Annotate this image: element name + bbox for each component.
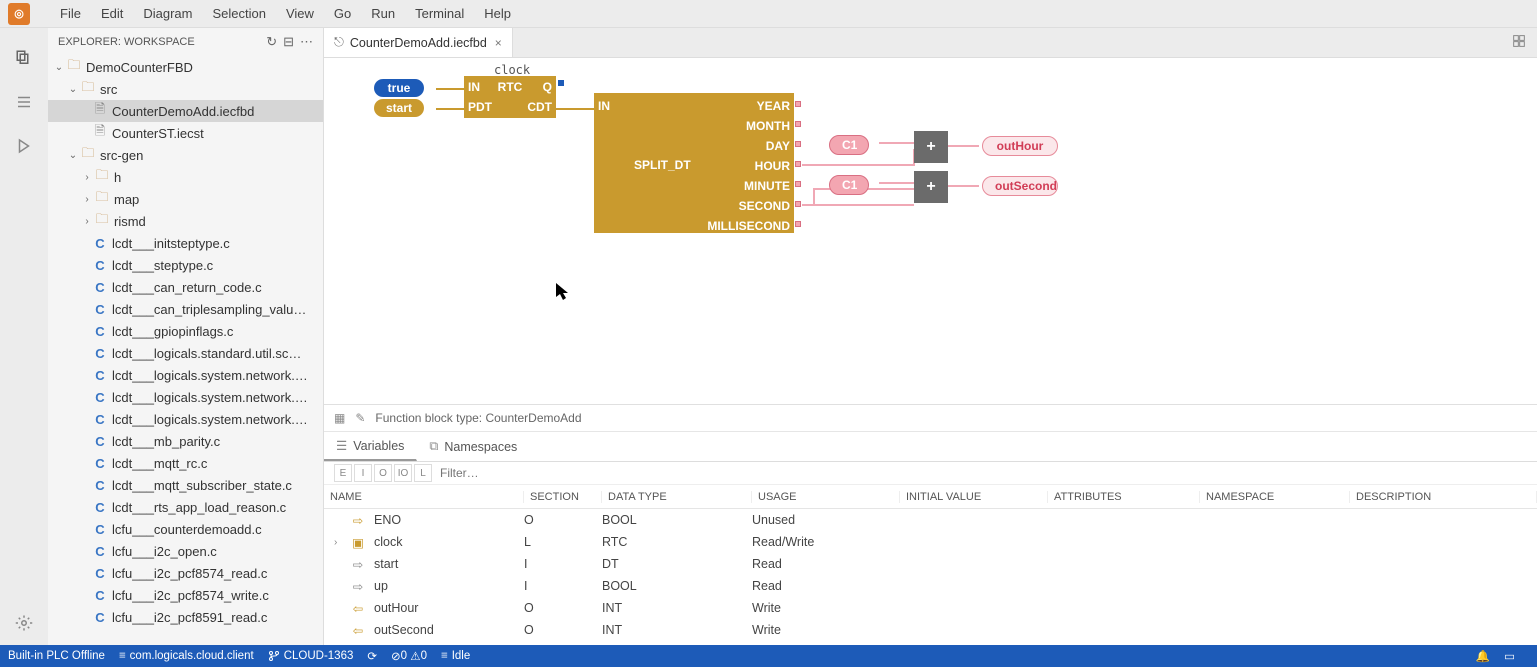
status-problems[interactable]: ⊘ 0 ⚠ 0 xyxy=(391,649,427,663)
editor-area: ⎋ CounterDemoAdd.iecfbd × clock true sta… xyxy=(324,28,1537,645)
panel-breadcrumb: ▦ ✎ Function block type: CounterDemoAdd xyxy=(324,404,1537,432)
tree-cfile[interactable]: Clcfu___i2c_pcf8591_read.c xyxy=(48,606,323,628)
collapse-icon[interactable]: ⊟ xyxy=(283,34,294,50)
tree-map[interactable]: ›🗀map xyxy=(48,188,323,210)
status-sync[interactable]: ⟳ xyxy=(367,649,377,663)
status-bell-icon[interactable]: 🔔 xyxy=(1476,649,1490,663)
filter-btn-3[interactable]: O xyxy=(374,464,392,482)
table-row[interactable]: ⇦outSecond O INT Write xyxy=(324,619,1537,641)
tree-cfile[interactable]: Clcdt___rts_app_load_reason.c xyxy=(48,496,323,518)
status-branch[interactable]: CLOUD-1363 xyxy=(268,650,354,662)
output-outhour[interactable]: outHour xyxy=(982,136,1058,156)
tree-cfile[interactable]: Clcdt___gpiopinflags.c xyxy=(48,320,323,342)
menubar: ◎ File Edit Diagram Selection View Go Ru… xyxy=(0,0,1537,28)
menu-selection[interactable]: Selection xyxy=(202,2,275,25)
status-client[interactable]: ≡ com.logicals.cloud.client xyxy=(119,650,254,662)
file-tree: ⌄🗀DemoCounterFBD ⌄🗀src 🗎CounterDemoAdd.i… xyxy=(48,56,323,645)
diagram-icon: ⎋ xyxy=(334,35,344,50)
split-icon[interactable] xyxy=(1511,33,1527,52)
output-outsecond[interactable]: outSecond xyxy=(982,176,1058,196)
grid-icon[interactable]: ▦ xyxy=(334,411,345,425)
filter-btn-4[interactable]: IO xyxy=(394,464,412,482)
status-layout-icon[interactable]: ▭ xyxy=(1504,649,1515,663)
refresh-icon[interactable]: ↻ xyxy=(266,34,277,50)
status-plc[interactable]: Built-in PLC Offline xyxy=(8,650,105,662)
table-row[interactable]: ⇨start I DT Read xyxy=(324,553,1537,575)
filter-btn-2[interactable]: I xyxy=(354,464,372,482)
tree-cfile[interactable]: Clcdt___can_return_code.c xyxy=(48,276,323,298)
tree-cfile[interactable]: Clcfu___i2c_pcf8574_read.c xyxy=(48,562,323,584)
menu-run[interactable]: Run xyxy=(361,2,405,25)
tree-cfile[interactable]: Clcfu___i2c_open.c xyxy=(48,540,323,562)
tree-file-counterdemoadd[interactable]: 🗎CounterDemoAdd.iecfbd xyxy=(48,100,323,122)
tree-cfile[interactable]: Clcdt___logicals.standard.util.sc… xyxy=(48,342,323,364)
panel-tabs: ☰ Variables ⧉ Namespaces xyxy=(324,432,1537,462)
variables-table: NAME SECTION DATA TYPE USAGE INITIAL VAL… xyxy=(324,485,1537,645)
menu-help[interactable]: Help xyxy=(474,2,521,25)
sidebar-title: EXPLORER: WORKSPACE xyxy=(58,36,260,48)
tree-cfile[interactable]: Clcdt___steptype.c xyxy=(48,254,323,276)
statusbar: Built-in PLC Offline ≡ com.logicals.clou… xyxy=(0,645,1537,667)
table-row[interactable]: ›▣clock L RTC Read/Write xyxy=(324,531,1537,553)
explorer-icon[interactable] xyxy=(8,42,40,74)
menu-view[interactable]: View xyxy=(276,2,324,25)
editor-tab[interactable]: ⎋ CounterDemoAdd.iecfbd × xyxy=(324,28,513,57)
tree-cfile[interactable]: Clcdt___logicals.system.network.… xyxy=(48,408,323,430)
tree-cfile[interactable]: Clcdt___mb_parity.c xyxy=(48,430,323,452)
table-row[interactable]: ⇦outHour O INT Write xyxy=(324,597,1537,619)
breadcrumb-text: Function block type: CounterDemoAdd xyxy=(375,411,581,425)
menu-file[interactable]: File xyxy=(50,2,91,25)
close-icon[interactable]: × xyxy=(495,36,502,50)
table-header: NAME SECTION DATA TYPE USAGE INITIAL VAL… xyxy=(324,485,1537,509)
tab-variables[interactable]: ☰ Variables xyxy=(324,432,417,461)
menu-diagram[interactable]: Diagram xyxy=(133,2,202,25)
tree-rismd[interactable]: ›🗀rismd xyxy=(48,210,323,232)
diagram-canvas[interactable]: clock true start RTC IN Q PDT CDT IN SPL… xyxy=(324,58,1537,404)
tree-cfile[interactable]: Clcfu___i2c_pcf8574_write.c xyxy=(48,584,323,606)
activitybar xyxy=(0,28,48,645)
panel-filter-bar: E I O IO L xyxy=(324,462,1537,485)
table-row[interactable]: ⇨up I BOOL Read xyxy=(324,575,1537,597)
status-idle[interactable]: ≡ Idle xyxy=(441,650,470,662)
tabbar: ⎋ CounterDemoAdd.iecfbd × xyxy=(324,28,1537,58)
table-row[interactable]: ⇨ENO O BOOL Unused xyxy=(324,509,1537,531)
tree-cfile[interactable]: Clcdt___initsteptype.c xyxy=(48,232,323,254)
tree-srcgen[interactable]: ⌄🗀src-gen xyxy=(48,144,323,166)
tree-h[interactable]: ›🗀h xyxy=(48,166,323,188)
tree-src[interactable]: ⌄🗀src xyxy=(48,78,323,100)
sidebar: EXPLORER: WORKSPACE ↻ ⊟ ⋯ ⌄🗀DemoCounterF… xyxy=(48,28,324,645)
namespace-icon: ⧉ xyxy=(429,439,438,454)
tree-cfile[interactable]: Clcdt___mqtt_subscriber_state.c xyxy=(48,474,323,496)
tab-namespaces[interactable]: ⧉ Namespaces xyxy=(417,432,530,461)
sidebar-header: EXPLORER: WORKSPACE ↻ ⊟ ⋯ xyxy=(48,28,323,56)
more-icon[interactable]: ⋯ xyxy=(300,34,313,50)
list-icon: ☰ xyxy=(336,438,347,453)
filter-btn-1[interactable]: E xyxy=(334,464,352,482)
const-c1-b[interactable]: C1 xyxy=(829,175,869,195)
block-add-b[interactable]: + xyxy=(914,171,948,203)
outline-icon[interactable] xyxy=(8,86,40,118)
app-logo: ◎ xyxy=(8,3,30,25)
menu-terminal[interactable]: Terminal xyxy=(405,2,474,25)
menu-edit[interactable]: Edit xyxy=(91,2,133,25)
filter-input[interactable] xyxy=(440,466,595,480)
tree-cfile[interactable]: Clcfu___counterdemoadd.c xyxy=(48,518,323,540)
menu-go[interactable]: Go xyxy=(324,2,361,25)
block-add-a[interactable]: + xyxy=(914,131,948,163)
tree-cfile[interactable]: Clcdt___logicals.system.network.… xyxy=(48,364,323,386)
const-c1-a[interactable]: C1 xyxy=(829,135,869,155)
tree-cfile[interactable]: Clcdt___can_triplesampling_valu… xyxy=(48,298,323,320)
tab-label: CounterDemoAdd.iecfbd xyxy=(350,36,487,50)
tree-cfile[interactable]: Clcdt___mqtt_rc.c xyxy=(48,452,323,474)
debug-icon[interactable] xyxy=(8,130,40,162)
filter-btn-5[interactable]: L xyxy=(414,464,432,482)
cursor-icon xyxy=(556,283,572,303)
wand-icon[interactable]: ✎ xyxy=(355,411,365,425)
tree-cfile[interactable]: Clcdt___logicals.system.network.… xyxy=(48,386,323,408)
gear-icon[interactable] xyxy=(8,607,40,639)
tree-root[interactable]: ⌄🗀DemoCounterFBD xyxy=(48,56,323,78)
tree-file-counterst[interactable]: 🗎CounterST.iecst xyxy=(48,122,323,144)
